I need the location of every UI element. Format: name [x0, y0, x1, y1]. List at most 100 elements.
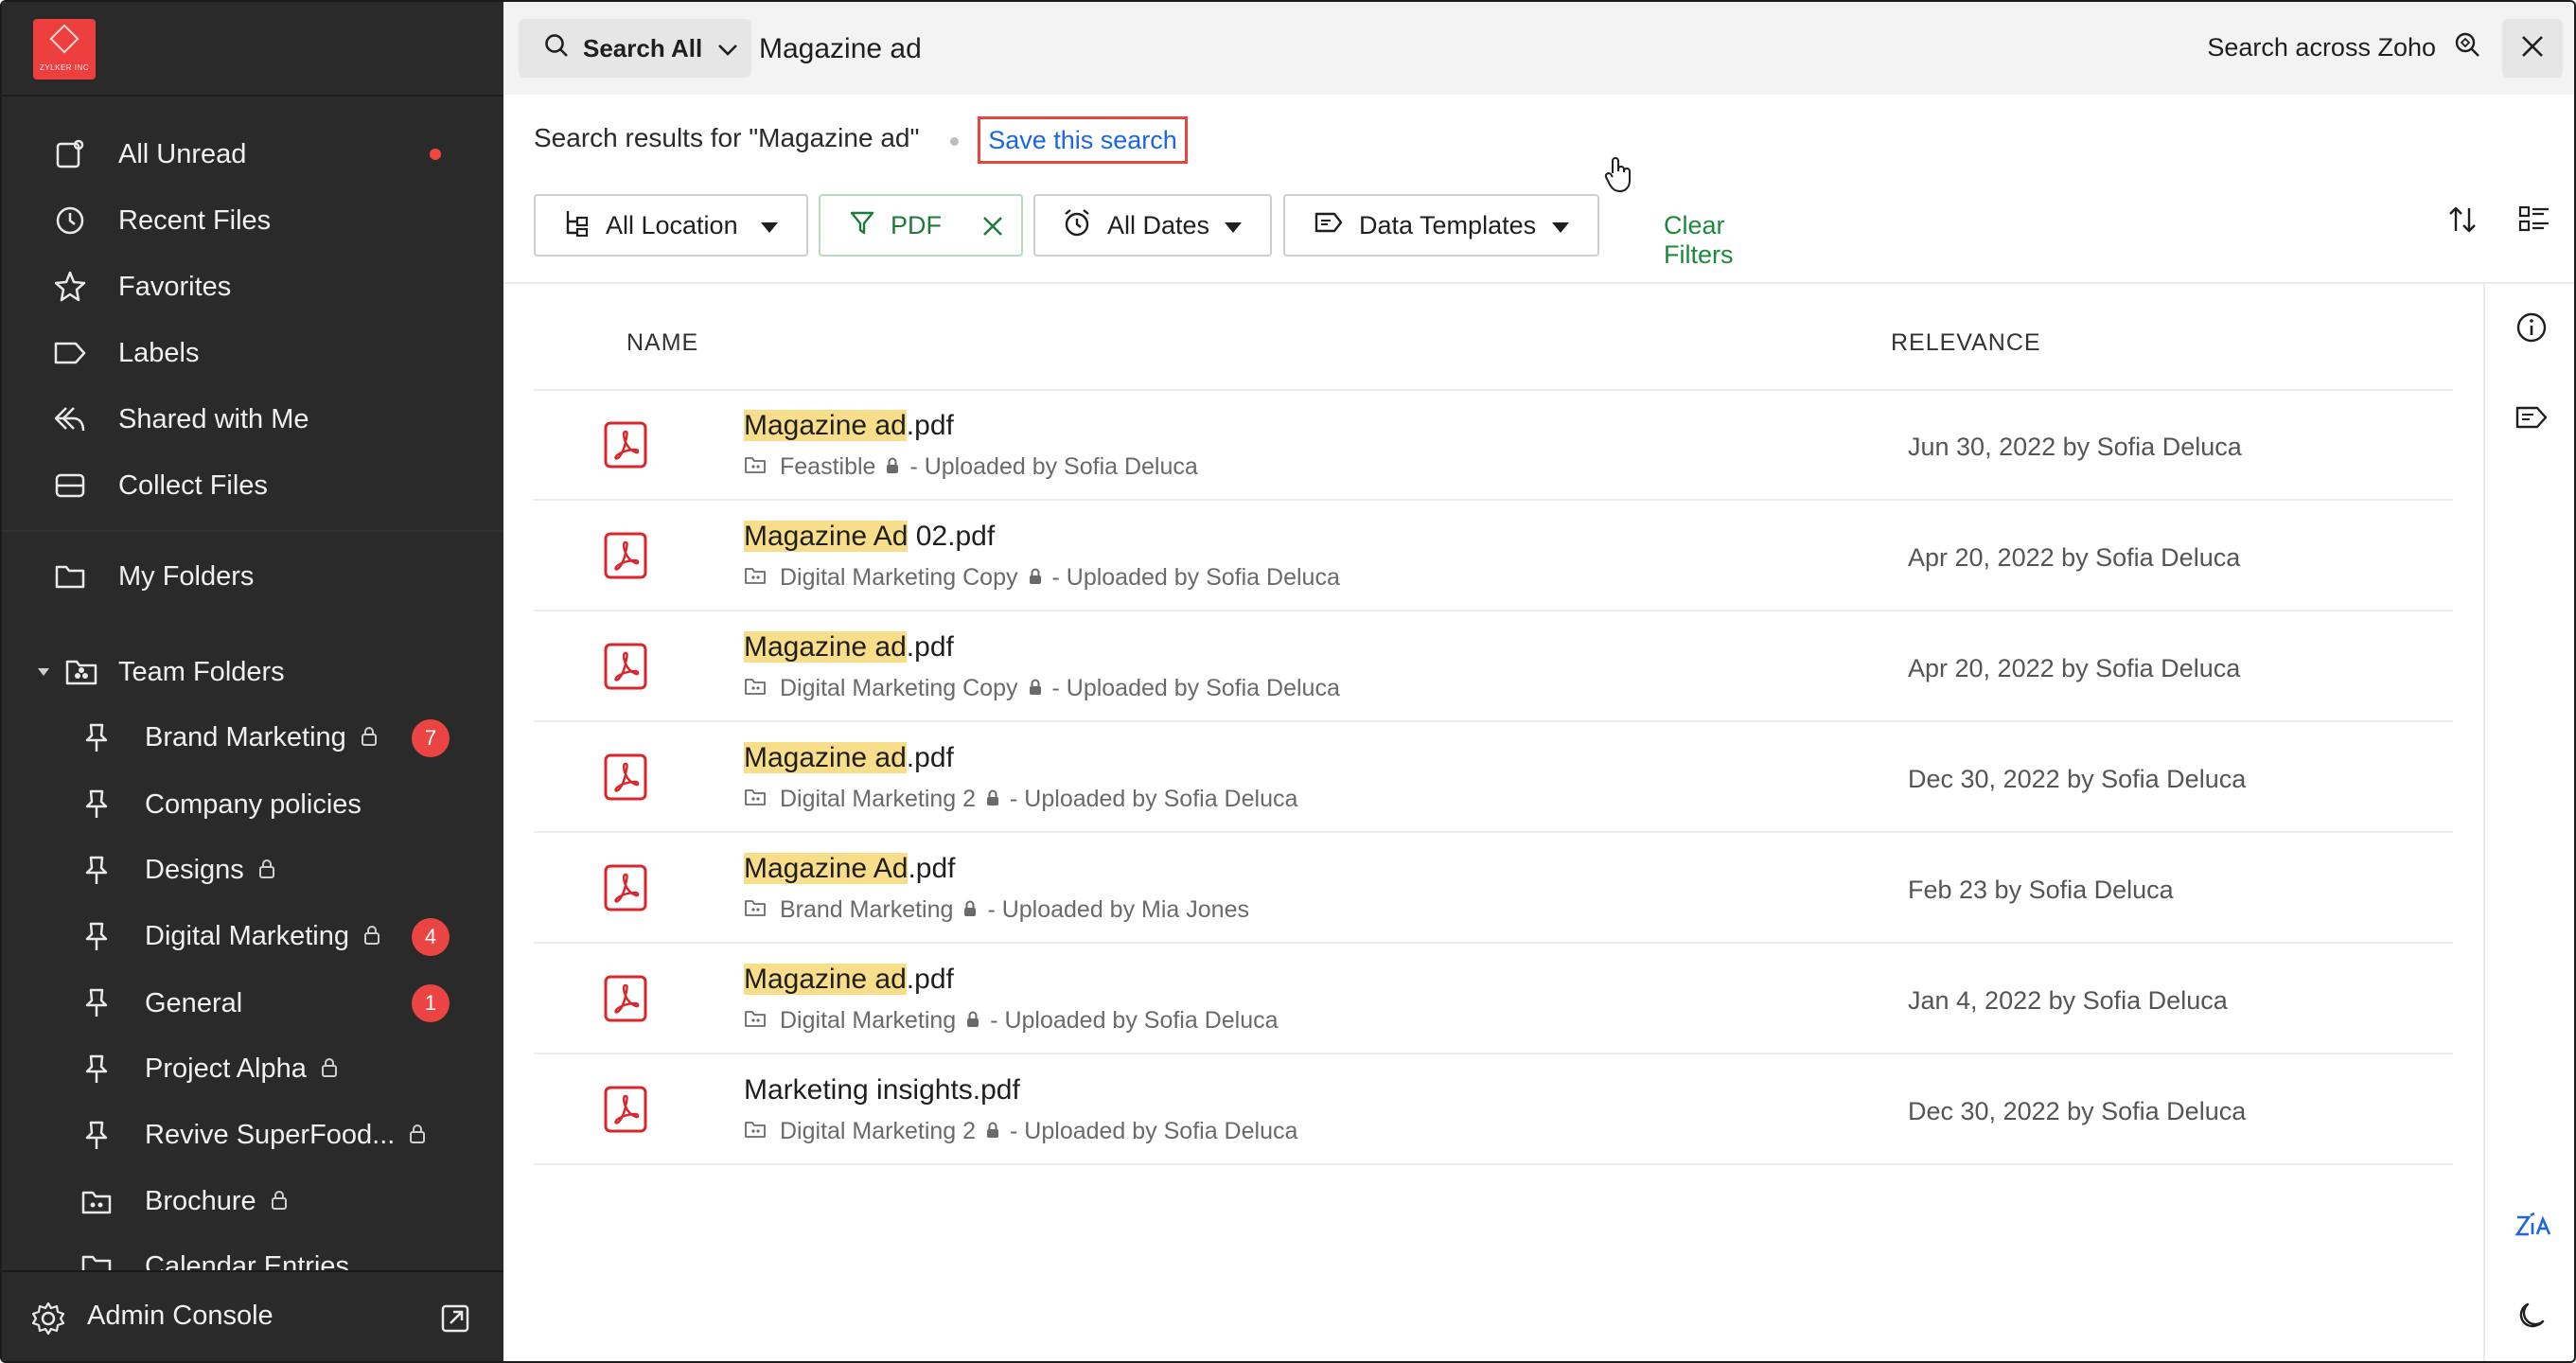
data-templates-filter[interactable]: Data Templates: [1283, 194, 1599, 257]
lock-icon: [985, 786, 1000, 813]
file-name[interactable]: Magazine ad.pdf: [744, 631, 954, 664]
pin-icon: [78, 1117, 115, 1155]
collect-icon: [51, 467, 89, 504]
clear-filters-link[interactable]: Clear Filters: [1664, 211, 1734, 270]
file-name[interactable]: Marketing insights.pdf: [744, 1074, 1020, 1106]
folder-name[interactable]: Digital Marketing Copy: [780, 675, 1018, 702]
column-header-name[interactable]: NAME: [626, 329, 698, 357]
pin-icon: [78, 918, 115, 956]
pdf-file-icon: [604, 532, 647, 584]
file-name[interactable]: Magazine ad.pdf: [744, 410, 954, 442]
open-external-icon[interactable]: [439, 1302, 471, 1339]
uploader-text: - Uploaded by Mia Jones: [987, 896, 1249, 923]
uploader-text: - Uploaded by Sofia Deluca: [1051, 675, 1340, 701]
list-view-icon[interactable]: [2517, 203, 2551, 241]
admin-console-bar[interactable]: Admin Console: [2, 1270, 503, 1361]
nav-team-folders[interactable]: Team Folders: [2, 644, 503, 700]
lock-icon: [408, 1121, 427, 1152]
column-header-relevance[interactable]: RELEVANCE: [1891, 329, 2041, 357]
team-folder-general[interactable]: General 1: [2, 975, 503, 1032]
all-unread-icon: [51, 135, 89, 173]
collapse-caret-icon[interactable]: [38, 668, 49, 676]
team-folder-company-policies[interactable]: Company policies: [2, 776, 503, 833]
lock-icon: [885, 453, 900, 481]
nav-collect-files[interactable]: Collect Files: [2, 457, 503, 514]
team-folder-icon: [744, 1007, 767, 1035]
location-filter[interactable]: All Location: [534, 194, 808, 257]
folder-name[interactable]: Feastible: [780, 453, 875, 481]
table-row[interactable]: Magazine ad.pdf Digital Marketing 2 - Uplo…: [534, 723, 2453, 833]
pin-icon: [78, 852, 115, 890]
table-row[interactable]: Magazine Ad.pdf Brand Marketing - Uploaded…: [534, 834, 2453, 944]
relevance-date: Dec 30, 2022 by Sofia Deluca: [1908, 765, 2247, 793]
file-meta: Digital Marketing 2 - Uploaded by Sofia D…: [744, 786, 1297, 813]
search-highlight: Magazine ad: [744, 631, 907, 663]
label-icon: [51, 334, 89, 372]
pdf-file-icon: [604, 975, 647, 1027]
search-across-zoho-button[interactable]: Search across Zoho: [2207, 30, 2481, 65]
nav-all-unread[interactable]: All Unread: [2, 126, 503, 183]
save-search-link[interactable]: Save this search: [978, 116, 1188, 164]
folder-name[interactable]: Digital Marketing Copy: [780, 564, 1018, 592]
table-row[interactable]: Magazine ad.pdf Digital Marketing Copy - U…: [534, 612, 2453, 722]
team-folder-designs[interactable]: Designs: [2, 842, 503, 899]
clock-icon: [51, 202, 89, 239]
nav-favorites[interactable]: Favorites: [2, 258, 503, 315]
table-row[interactable]: Magazine Ad 02.pdf Digital Marketing Copy…: [534, 502, 2453, 611]
team-folder-revive-superfood[interactable]: Revive SuperFood...: [2, 1107, 503, 1164]
relevance-date: Dec 30, 2022 by Sofia Deluca: [1908, 1097, 2247, 1125]
team-folder-brand-marketing[interactable]: Brand Marketing 7: [2, 710, 503, 767]
toolbar-divider: [503, 282, 2574, 284]
unread-count-badge: 1: [412, 984, 450, 1022]
table-row[interactable]: Magazine ad.pdf Feastible - Uploaded by So…: [534, 391, 2453, 501]
star-icon: [51, 268, 89, 306]
search-highlight: Magazine ad: [744, 410, 907, 441]
gear-icon: [30, 1301, 66, 1341]
file-name[interactable]: Magazine ad.pdf: [744, 742, 954, 774]
team-folder-project-alpha[interactable]: Project Alpha: [2, 1041, 503, 1098]
file-name[interactable]: Magazine Ad 02.pdf: [744, 521, 995, 553]
company-logo[interactable]: ZYLKER INC: [33, 19, 96, 80]
sort-icon[interactable]: [2445, 203, 2479, 241]
separator-dot: [950, 137, 959, 146]
data-template-icon[interactable]: [2514, 403, 2549, 436]
close-search-button[interactable]: [2502, 19, 2563, 78]
folder-name[interactable]: Digital Marketing 2: [780, 1118, 976, 1145]
dark-mode-moon-icon[interactable]: [2514, 1301, 2547, 1337]
relevance-date: Apr 20, 2022 by Sofia Deluca: [1908, 654, 2241, 682]
lock-icon: [362, 922, 381, 953]
nav-recent-files[interactable]: Recent Files: [2, 192, 503, 249]
team-folder-digital-marketing[interactable]: Digital Marketing 4: [2, 909, 503, 965]
search-scope-dropdown[interactable]: Search All: [519, 19, 751, 78]
search-highlight: Magazine ad: [744, 742, 907, 773]
zia-icon[interactable]: [2514, 1210, 2552, 1248]
shared-icon: [51, 400, 89, 438]
uploader-text: - Uploaded by Sofia Deluca: [1010, 1118, 1298, 1144]
relevance-date: Apr 20, 2022 by Sofia Deluca: [1908, 543, 2241, 572]
nav-shared-with-me[interactable]: Shared with Me: [2, 391, 503, 448]
team-folder-icon: [62, 653, 100, 691]
lock-icon: [985, 1118, 1000, 1145]
search-highlight: Magazine Ad: [744, 521, 909, 552]
zoho-search-icon: [2453, 30, 2481, 65]
table-row[interactable]: Magazine ad.pdf Digital Marketing - Upload…: [534, 945, 2453, 1054]
nav-labels[interactable]: Labels: [2, 325, 503, 381]
unread-count-badge: 4: [412, 918, 450, 956]
info-icon[interactable]: [2514, 310, 2549, 349]
file-name[interactable]: Magazine Ad.pdf: [744, 853, 956, 885]
folder-name[interactable]: Digital Marketing: [780, 1007, 956, 1035]
date-filter[interactable]: All Dates: [1033, 194, 1272, 257]
search-input[interactable]: [759, 25, 1989, 74]
close-icon: [2519, 33, 2546, 64]
table-row[interactable]: Marketing insights.pdf Digital Marketing …: [534, 1055, 2453, 1165]
pdf-file-icon: [604, 753, 647, 805]
folder-name[interactable]: Brand Marketing: [780, 896, 953, 924]
search-highlight: Magazine ad: [744, 964, 907, 995]
remove-filter-icon[interactable]: [979, 213, 1006, 246]
team-folder-brochure[interactable]: Brochure: [2, 1174, 503, 1230]
nav-my-folders[interactable]: My Folders: [2, 548, 503, 605]
folder-name[interactable]: Digital Marketing 2: [780, 786, 976, 813]
file-name[interactable]: Magazine ad.pdf: [744, 964, 954, 996]
file-type-filter[interactable]: PDF: [819, 194, 1023, 257]
pdf-file-icon: [604, 864, 647, 916]
